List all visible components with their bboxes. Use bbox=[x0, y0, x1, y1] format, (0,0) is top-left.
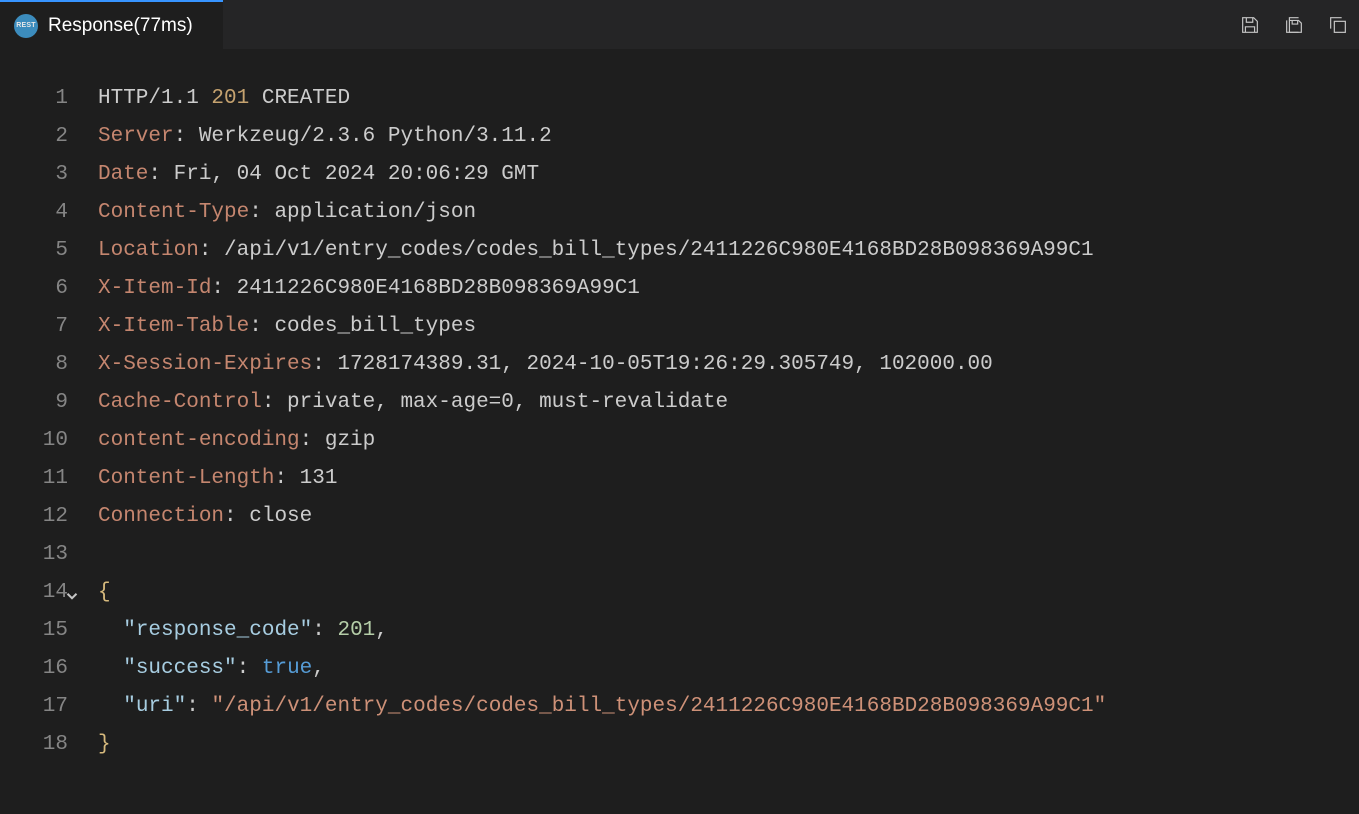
line-number: 4 bbox=[0, 194, 68, 232]
save-icon[interactable] bbox=[1237, 12, 1263, 38]
code-line: content-encoding: gzip bbox=[98, 422, 1359, 460]
tab-bar: REST Response(77ms) bbox=[0, 0, 1359, 50]
line-number: 13 bbox=[0, 536, 68, 574]
code-line: X-Item-Table: codes_bill_types bbox=[98, 308, 1359, 346]
line-number: 14 bbox=[0, 574, 68, 612]
line-number: 3 bbox=[0, 156, 68, 194]
tab-title: Response(77ms) bbox=[48, 15, 193, 37]
line-number: 17 bbox=[0, 688, 68, 726]
save-all-icon[interactable] bbox=[1281, 12, 1307, 38]
line-number: 5 bbox=[0, 232, 68, 270]
code-line: Location: /api/v1/entry_codes/codes_bill… bbox=[98, 232, 1359, 270]
tabbar-actions bbox=[1237, 12, 1351, 38]
line-number: 7 bbox=[0, 308, 68, 346]
code-line: HTTP/1.1 201 CREATED bbox=[98, 80, 1359, 118]
line-number: 18 bbox=[0, 726, 68, 764]
code-line: X-Session-Expires: 1728174389.31, 2024-1… bbox=[98, 346, 1359, 384]
line-number: 15 bbox=[0, 612, 68, 650]
code-line: Date: Fri, 04 Oct 2024 20:06:29 GMT bbox=[98, 156, 1359, 194]
code-line: Content-Length: 131 bbox=[98, 460, 1359, 498]
code-line: Content-Type: application/json bbox=[98, 194, 1359, 232]
line-number: 12 bbox=[0, 498, 68, 536]
line-number: 1 bbox=[0, 80, 68, 118]
line-number: 8 bbox=[0, 346, 68, 384]
tab-response[interactable]: REST Response(77ms) bbox=[0, 0, 223, 49]
code-line: Cache-Control: private, max-age=0, must-… bbox=[98, 384, 1359, 422]
code-line bbox=[98, 536, 1359, 574]
code-line: X-Item-Id: 2411226C980E4168BD28B098369A9… bbox=[98, 270, 1359, 308]
line-number: 10 bbox=[0, 422, 68, 460]
code-content: HTTP/1.1 201 CREATEDServer: Werkzeug/2.3… bbox=[80, 80, 1359, 764]
code-line: Server: Werkzeug/2.3.6 Python/3.11.2 bbox=[98, 118, 1359, 156]
code-line: } bbox=[98, 726, 1359, 764]
line-number: 6 bbox=[0, 270, 68, 308]
line-gutter: 123456789101112131415161718 bbox=[0, 80, 80, 764]
copy-icon[interactable] bbox=[1325, 12, 1351, 38]
line-number: 2 bbox=[0, 118, 68, 156]
code-line: "uri": "/api/v1/entry_codes/codes_bill_t… bbox=[98, 688, 1359, 726]
code-line: "response_code": 201, bbox=[98, 612, 1359, 650]
line-number: 9 bbox=[0, 384, 68, 422]
code-line: Connection: close bbox=[98, 498, 1359, 536]
line-number: 11 bbox=[0, 460, 68, 498]
code-line: { bbox=[98, 574, 1359, 612]
editor[interactable]: 123456789101112131415161718 HTTP/1.1 201… bbox=[0, 50, 1359, 764]
line-number: 16 bbox=[0, 650, 68, 688]
code-line: "success": true, bbox=[98, 650, 1359, 688]
rest-client-icon: REST bbox=[14, 14, 38, 38]
close-icon[interactable] bbox=[205, 14, 209, 38]
